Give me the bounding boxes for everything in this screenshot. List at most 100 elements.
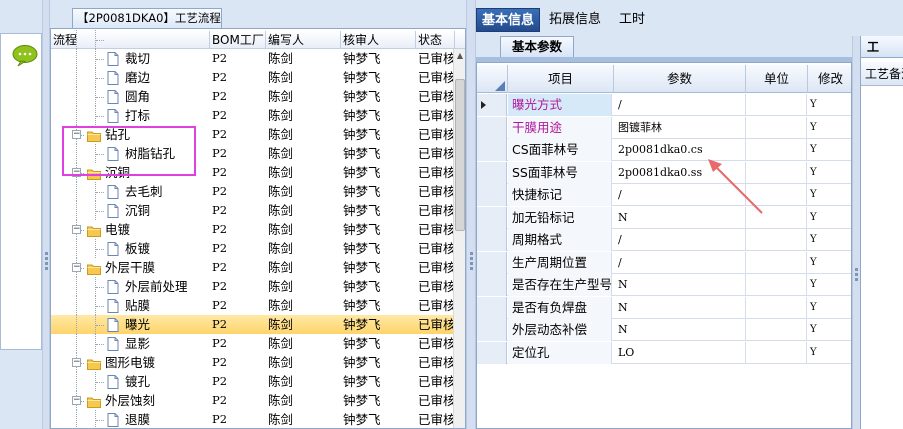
row-indicator[interactable] bbox=[477, 161, 507, 184]
param-row[interactable]: 是否有负焊盘 N Y bbox=[477, 296, 851, 319]
tree-scrollbar[interactable]: ▲ bbox=[453, 49, 465, 428]
grid-corner bbox=[477, 65, 508, 93]
row-indicator[interactable] bbox=[477, 206, 507, 229]
collapse-toggle-icon[interactable]: − bbox=[72, 263, 81, 272]
tree-row[interactable]: 磨边 P2 陈剑 钟梦飞 已审核 bbox=[51, 68, 455, 87]
tree-row[interactable]: 圆角 P2 陈剑 钟梦飞 已审核 bbox=[51, 87, 455, 106]
row-indicator[interactable] bbox=[477, 139, 507, 161]
info-tabs: 基本信息 拓展信息 工时 bbox=[476, 8, 863, 32]
param-unit-cell[interactable] bbox=[746, 341, 807, 364]
param-row[interactable]: 加无铅标记 N Y bbox=[477, 206, 851, 229]
row-indicator[interactable] bbox=[477, 274, 507, 296]
param-value-cell[interactable]: 图镀菲林 bbox=[614, 116, 746, 139]
col-header-param[interactable]: 参数 bbox=[614, 65, 746, 93]
tree-row[interactable]: 退膜 P2 陈剑 钟梦飞 已审核 bbox=[51, 410, 455, 428]
row-indicator[interactable] bbox=[477, 116, 507, 139]
tree-row[interactable]: 打标 P2 陈剑 钟梦飞 已审核 bbox=[51, 106, 455, 125]
tree-row[interactable]: 沉铜 P2 陈剑 钟梦飞 已审核 bbox=[51, 201, 455, 220]
tree-node-label: 外层干膜 bbox=[105, 260, 156, 275]
tree-row[interactable] bbox=[51, 30, 455, 49]
bom-cell: P2 bbox=[212, 260, 228, 274]
param-value-cell[interactable]: / bbox=[614, 251, 746, 274]
param-value-cell[interactable]: N bbox=[614, 296, 746, 319]
row-indicator[interactable] bbox=[477, 319, 507, 341]
tree-node-label: 外层前处理 bbox=[125, 279, 188, 294]
document-icon bbox=[107, 52, 119, 66]
row-indicator[interactable] bbox=[477, 184, 507, 206]
tab-work-hours[interactable]: 工时 bbox=[610, 8, 654, 32]
tab-extended-info[interactable]: 拓展信息 bbox=[544, 8, 606, 32]
param-row[interactable]: 定位孔 LO Y bbox=[477, 341, 851, 364]
tree-guide-line bbox=[76, 315, 77, 334]
tree-row[interactable]: 曝光 P2 陈剑 钟梦飞 已审核 bbox=[51, 315, 455, 334]
chat-bubble-icon[interactable] bbox=[12, 45, 38, 67]
reviewer-cell: 钟梦飞 bbox=[343, 108, 381, 123]
param-item-cell: SS面菲林号 bbox=[508, 161, 612, 184]
collapse-toggle-icon[interactable]: − bbox=[72, 358, 81, 367]
author-cell: 陈剑 bbox=[268, 203, 294, 218]
param-row[interactable]: 外层动态补偿 N Y bbox=[477, 319, 851, 341]
tree-row[interactable]: 板镀 P2 陈剑 钟梦飞 已审核 bbox=[51, 239, 455, 258]
right-splitter[interactable] bbox=[852, 36, 860, 429]
param-value-cell[interactable]: / bbox=[614, 94, 746, 116]
tree-row[interactable]: − 电镀 P2 陈剑 钟梦飞 已审核 bbox=[51, 220, 455, 239]
row-indicator[interactable] bbox=[477, 251, 507, 274]
status-cell: 已审核 bbox=[418, 317, 455, 332]
param-row[interactable]: 干膜用途 图镀菲林 Y bbox=[477, 116, 851, 139]
reviewer-cell: 钟梦飞 bbox=[343, 203, 381, 218]
param-unit-cell[interactable] bbox=[746, 229, 807, 251]
status-cell: 已审核 bbox=[418, 184, 455, 199]
param-edit-cell: Y bbox=[810, 144, 817, 155]
col-header-process-notes[interactable]: 工艺备注 bbox=[861, 62, 903, 86]
param-row[interactable]: SS面菲林号 2p0081dka0.ss Y bbox=[477, 161, 851, 184]
param-row[interactable]: 生产周期位置 / Y bbox=[477, 251, 851, 274]
param-value-cell[interactable]: / bbox=[614, 229, 746, 251]
param-unit-cell[interactable] bbox=[746, 274, 807, 296]
param-row[interactable]: 曝光方式 / Y bbox=[477, 94, 851, 116]
param-row[interactable]: 快捷标记 / Y bbox=[477, 184, 851, 206]
tree-row[interactable]: 镀孔 P2 陈剑 钟梦飞 已审核 bbox=[51, 372, 455, 391]
collapse-toggle-icon[interactable]: − bbox=[72, 225, 81, 234]
tab-basic-params[interactable]: 基本参数 bbox=[500, 36, 574, 58]
document-icon bbox=[107, 185, 119, 199]
tree-row[interactable]: 外层前处理 P2 陈剑 钟梦飞 已审核 bbox=[51, 277, 455, 296]
left-splitter[interactable] bbox=[42, 0, 50, 429]
row-indicator[interactable] bbox=[477, 296, 507, 319]
param-unit-cell[interactable] bbox=[746, 319, 807, 341]
tree-row[interactable]: 贴膜 P2 陈剑 钟梦飞 已审核 bbox=[51, 296, 455, 315]
document-icon bbox=[107, 280, 119, 294]
param-row[interactable]: 是否存在生产型号 N Y bbox=[477, 274, 851, 296]
param-unit-cell[interactable] bbox=[746, 296, 807, 319]
process-flow-tab[interactable]: 【2P0081DKA0】工艺流程 bbox=[72, 8, 222, 28]
col-header-unit[interactable]: 单位 bbox=[746, 65, 808, 93]
scroll-thumb[interactable] bbox=[455, 79, 465, 231]
param-row[interactable]: 周期格式 / Y bbox=[477, 229, 851, 251]
middle-splitter[interactable] bbox=[466, 0, 476, 429]
collapse-toggle-icon[interactable]: − bbox=[72, 396, 81, 405]
param-unit-cell[interactable] bbox=[746, 116, 807, 139]
tree-row[interactable]: 去毛刺 P2 陈剑 钟梦飞 已审核 bbox=[51, 182, 455, 201]
param-row[interactable]: CS面菲林号 2p0081dka0.cs Y bbox=[477, 139, 851, 161]
row-indicator[interactable] bbox=[477, 229, 507, 251]
tree-row[interactable]: − 外层干膜 P2 陈剑 钟梦飞 已审核 bbox=[51, 258, 455, 277]
tree-row[interactable]: − 外层蚀刻 P2 陈剑 钟梦飞 已审核 bbox=[51, 391, 455, 410]
col-header-edit[interactable]: 修改 bbox=[808, 65, 851, 93]
col-header-item[interactable]: 项目 bbox=[508, 65, 614, 93]
param-unit-cell[interactable] bbox=[746, 251, 807, 274]
param-value-cell[interactable]: LO bbox=[614, 341, 746, 364]
bom-cell: P2 bbox=[212, 127, 228, 141]
tree-guide-line bbox=[96, 344, 104, 345]
scroll-up-icon[interactable]: ▲ bbox=[454, 49, 465, 63]
row-indicator[interactable] bbox=[477, 341, 507, 364]
tab-process[interactable]: 工 bbox=[861, 36, 903, 58]
tree-node-label: 镀孔 bbox=[125, 374, 151, 389]
tree-row[interactable]: 显影 P2 陈剑 钟梦飞 已审核 bbox=[51, 334, 455, 353]
param-unit-cell[interactable] bbox=[746, 94, 807, 116]
row-indicator[interactable] bbox=[477, 94, 507, 116]
tree-row[interactable]: − 图形电镀 P2 陈剑 钟梦飞 已审核 bbox=[51, 353, 455, 372]
param-value-cell[interactable]: N bbox=[614, 319, 746, 341]
tree-row[interactable]: 裁切 P2 陈剑 钟梦飞 已审核 bbox=[51, 49, 455, 68]
tab-basic-info[interactable]: 基本信息 bbox=[476, 8, 540, 32]
reviewer-cell: 钟梦飞 bbox=[343, 222, 381, 237]
param-value-cell[interactable]: N bbox=[614, 274, 746, 296]
